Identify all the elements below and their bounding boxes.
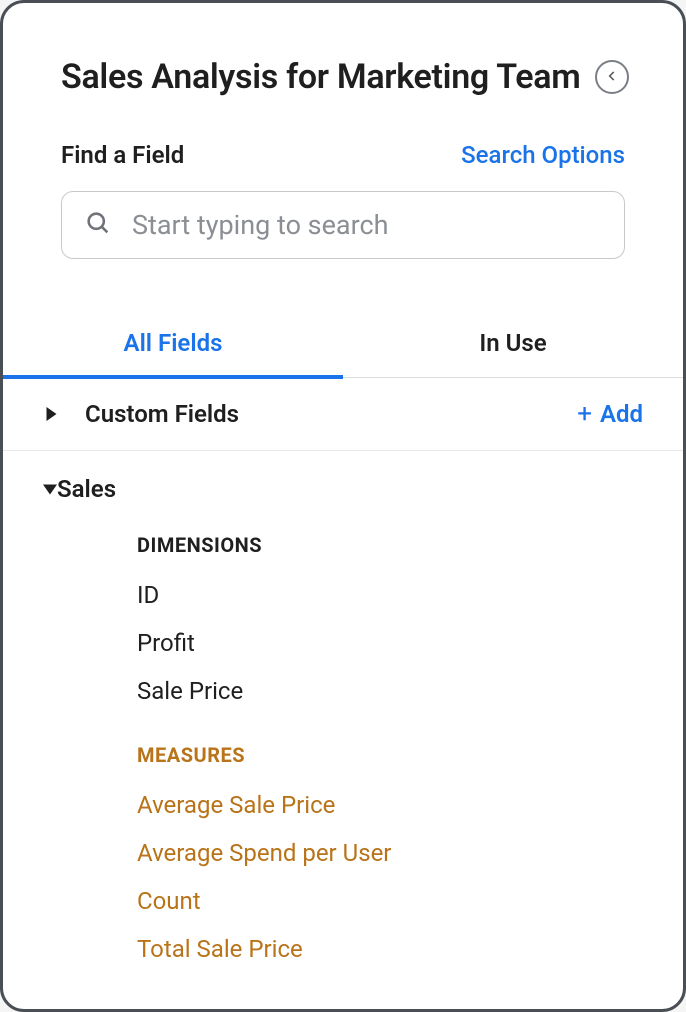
group-custom-fields[interactable]: Custom Fields + Add <box>3 378 683 451</box>
panel-header: Sales Analysis for Marketing Team <box>3 3 683 97</box>
chevron-right-icon <box>43 407 59 421</box>
chevron-left-icon <box>605 68 619 87</box>
measures-heading: MEASURES <box>137 743 643 767</box>
field-measure-average-sale-price[interactable]: Average Sale Price <box>137 781 643 829</box>
dimensions-heading: DIMENSIONS <box>137 533 643 557</box>
field-measure-total-sale-price[interactable]: Total Sale Price <box>137 925 643 973</box>
search-box[interactable] <box>61 191 625 259</box>
group-label-custom-fields: Custom Fields <box>85 400 577 428</box>
search-icon <box>84 209 112 241</box>
search-options-link[interactable]: Search Options <box>461 141 625 169</box>
dimensions-block: DIMENSIONS ID Profit Sale Price <box>3 513 683 715</box>
add-label: Add <box>600 400 643 428</box>
field-measure-average-spend-per-user[interactable]: Average Spend per User <box>137 829 643 877</box>
field-picker-panel: Sales Analysis for Marketing Team Find a… <box>0 0 686 1012</box>
measures-block: MEASURES Average Sale Price Average Spen… <box>3 715 683 973</box>
tab-in-use[interactable]: In Use <box>343 315 683 377</box>
field-dimension-profit[interactable]: Profit <box>137 619 643 667</box>
find-field-label: Find a Field <box>61 141 184 169</box>
plus-icon: + <box>577 401 592 427</box>
group-label-sales: Sales <box>57 475 643 503</box>
chevron-down-icon <box>43 480 57 499</box>
tabs: All Fields In Use <box>3 315 683 378</box>
field-dimension-id[interactable]: ID <box>137 571 643 619</box>
collapse-button[interactable] <box>595 60 629 94</box>
tab-all-fields[interactable]: All Fields <box>3 315 343 379</box>
field-measure-count[interactable]: Count <box>137 877 643 925</box>
search-input[interactable] <box>132 209 602 241</box>
group-sales[interactable]: Sales <box>3 451 683 513</box>
panel-title: Sales Analysis for Marketing Team <box>61 57 580 97</box>
find-field-row: Find a Field Search Options <box>3 97 683 169</box>
field-dimension-sale-price[interactable]: Sale Price <box>137 667 643 715</box>
search-container <box>3 169 683 259</box>
add-custom-field-button[interactable]: + Add <box>577 400 643 428</box>
